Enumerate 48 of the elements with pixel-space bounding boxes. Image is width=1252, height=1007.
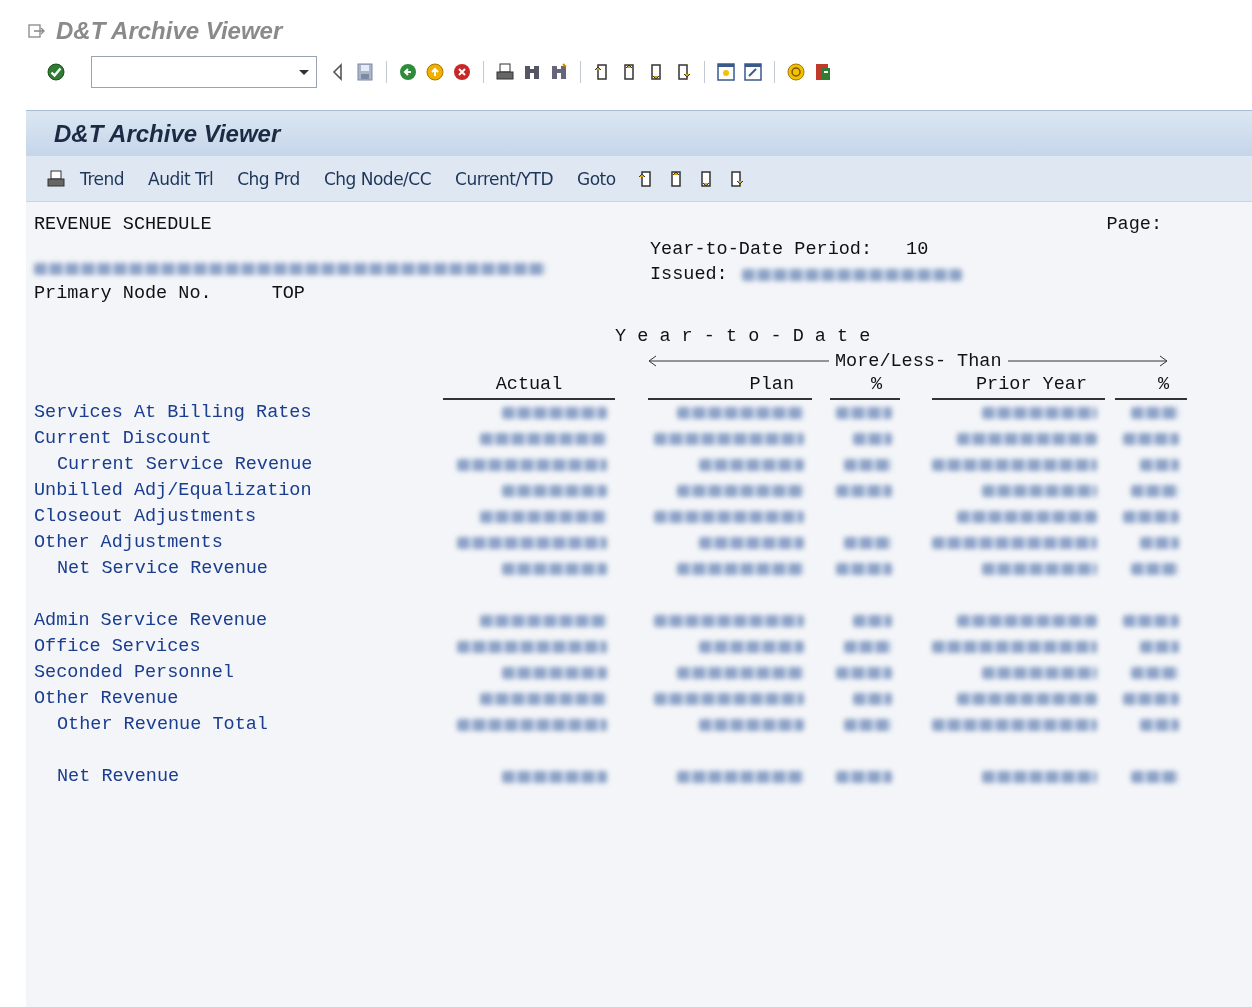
row-label: Seconded Personnel: [34, 661, 235, 685]
left-arrow-icon: [648, 355, 829, 367]
window-icon[interactable]: [716, 62, 736, 82]
command-field[interactable]: [91, 56, 317, 88]
toolbar-button[interactable]: Goto: [573, 166, 620, 191]
report-title: REVENUE SCHEDULE: [34, 214, 212, 235]
node-label: Primary Node No.: [34, 283, 212, 304]
printer-icon[interactable]: [46, 168, 66, 189]
exit-icon[interactable]: [26, 21, 46, 41]
column-group-heading: Y e a r - t o - D a t e: [615, 326, 871, 348]
row-label: Office Services: [34, 635, 202, 659]
row-label: Services At Billing Rates: [34, 401, 313, 425]
row-label: Net Service Revenue: [56, 557, 269, 581]
row-label: Other Adjustments: [34, 531, 224, 555]
node-value: TOP: [271, 283, 305, 304]
toolbar-button[interactable]: Chg Prd: [233, 166, 304, 191]
column-header: %: [1115, 374, 1187, 400]
comparison-heading: More/Less- Than: [835, 350, 1002, 372]
row-label: Closeout Adjustments: [34, 505, 258, 529]
toolbar-button[interactable]: Chg Node/CC: [319, 166, 436, 191]
row-label: Current Service Revenue: [56, 453, 314, 477]
row-label: Other Revenue Total: [56, 713, 269, 737]
right-arrow-icon: [1007, 355, 1168, 367]
save-icon[interactable]: [355, 62, 375, 82]
column-header: %: [830, 374, 900, 400]
check-icon[interactable]: [46, 62, 66, 82]
printer-icon[interactable]: [495, 62, 515, 82]
layout-icon[interactable]: [813, 62, 833, 82]
screen-title: D&T Archive Viewer: [54, 119, 281, 148]
issued-label: Issued:: [650, 264, 728, 285]
toolbar-button[interactable]: Trend: [76, 166, 129, 191]
column-header: Actual: [443, 374, 615, 400]
column-header: Plan: [648, 374, 812, 400]
page-label: Page:: [1106, 214, 1162, 235]
cancel-icon[interactable]: [452, 62, 472, 82]
toolbar-button[interactable]: Audit Trl: [144, 166, 218, 191]
window-icon[interactable]: [743, 62, 763, 82]
row-label: Other Revenue: [34, 687, 180, 711]
row-label: Net Revenue: [56, 765, 181, 789]
toolbar-button[interactable]: Current/YTD: [451, 166, 558, 191]
row-label: Unbilled Adj/Equalization: [34, 479, 313, 503]
period-value: 10: [906, 239, 929, 260]
column-header: Prior Year: [932, 374, 1105, 400]
row-label: Admin Service Revenue: [34, 609, 269, 633]
circle-up-icon[interactable]: [425, 62, 445, 82]
row-label: Current Discount: [34, 427, 213, 451]
period-label: Year-to-Date Period:: [650, 239, 873, 260]
window-title: D&T Archive Viewer: [56, 17, 283, 45]
